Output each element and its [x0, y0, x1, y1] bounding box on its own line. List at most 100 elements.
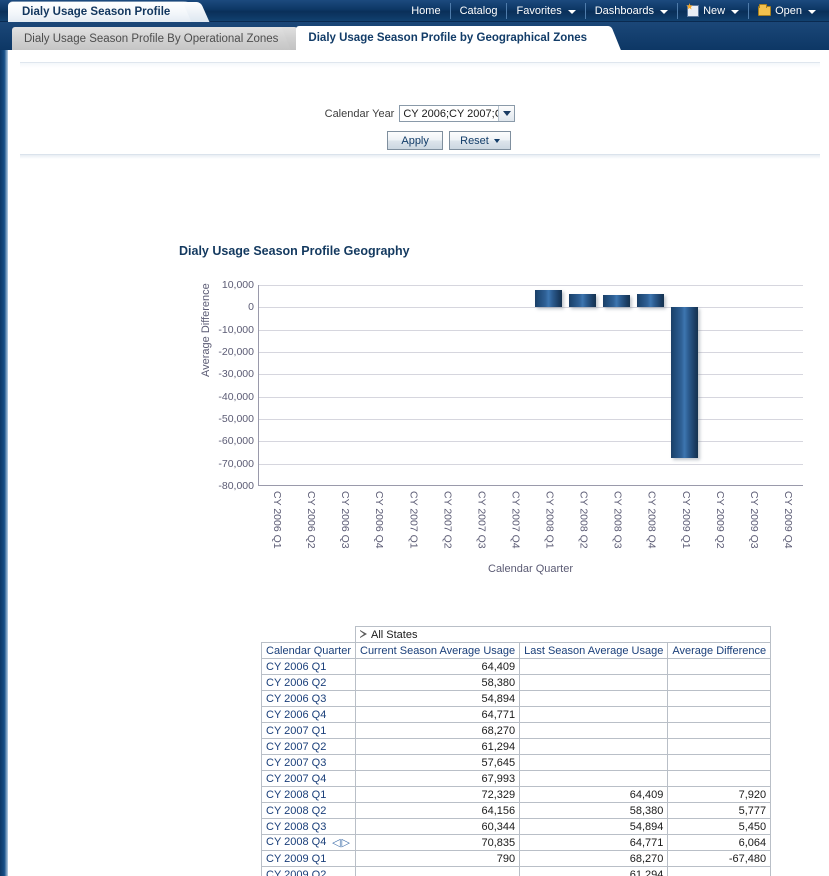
table-group-header-label: All States [371, 628, 418, 641]
expand-triangle-icon[interactable] [360, 629, 367, 639]
folder-icon [758, 4, 772, 16]
calendar-year-select[interactable]: CY 2006;CY 2007;CY [399, 105, 516, 122]
chart-x-tick-label: CY 2006 Q3 [339, 491, 352, 549]
caret-down-icon [567, 10, 576, 14]
table-cell-last [519, 754, 669, 771]
table-cell-current: 58,380 [354, 674, 521, 691]
table-row-header[interactable]: CY 2006 Q3 [261, 690, 356, 707]
table-row-header-label: CY 2006 Q3 [266, 692, 327, 705]
table-row-header-label: CY 2009 Q2 [266, 868, 327, 876]
table-row-header-label: CY 2008 Q4 [266, 836, 327, 848]
table-row: CY 2006 Q4 64,771 [261, 706, 772, 723]
table-row: CY 2006 Q3 54,894 [261, 690, 772, 707]
table-row-header[interactable]: CY 2006 Q4 [261, 706, 356, 723]
chart-bar[interactable] [535, 289, 563, 308]
reset-button-label: Reset [460, 134, 489, 147]
table-cell-current: 68,270 [354, 722, 521, 739]
nav-item-catalog[interactable]: Catalog [451, 0, 507, 22]
table-row-header-label: CY 2006 Q4 [266, 708, 327, 721]
table-cell-last [519, 738, 669, 755]
chart-plot-area: 10,000 0 -10,000 -20,000 -30,000 -40,000 -50,0… [218, 279, 803, 549]
chart-y-tick-label: -60,000 [218, 435, 254, 448]
table-row-header[interactable]: CY 2007 Q1 [261, 722, 356, 739]
table-row-header[interactable]: CY 2006 Q2 [261, 674, 356, 691]
nav-item-open[interactable]: Open [749, 0, 825, 22]
table-cell-diff: -67,480 [667, 850, 772, 867]
table-row-header-label: CY 2008 Q1 [266, 788, 327, 801]
chart-bar[interactable] [569, 294, 597, 308]
table-row: CY 2007 Q2 61,294 [261, 738, 772, 755]
application-window: Dialy Usage Season Profile Home Catalog Fa… [0, 0, 829, 876]
nav-item-dashboards[interactable]: Dashboards [586, 0, 677, 22]
chart-x-tick-label: CY 2007 Q2 [441, 491, 454, 549]
chart-x-tick-label: CY 2009 Q3 [747, 491, 760, 549]
apply-button[interactable]: Apply [387, 131, 444, 150]
table-cell-current: 57,645 [354, 754, 521, 771]
chart-region: Dialy Usage Season Profile Geography Ave… [8, 182, 829, 602]
table-cell-last: 68,270 [519, 850, 669, 867]
table-row-header[interactable]: CY 2007 Q2 [261, 738, 356, 755]
table-cell-current: 72,329 [354, 786, 521, 803]
table-cell-current: 64,156 [354, 802, 521, 819]
nav-item-home[interactable]: Home [402, 0, 449, 22]
table-column-header-row: Calendar Quarter Current Season Average U… [261, 642, 772, 659]
table-cell-current: 64,771 [354, 706, 521, 723]
chart-x-tick-label: CY 2009 Q1 [679, 491, 692, 549]
table-row-header-label: CY 2006 Q2 [266, 676, 327, 689]
table-column-header-1[interactable]: Current Season Average Usage [354, 642, 521, 659]
table-row-header-label: CY 2009 Q1 [266, 852, 327, 865]
table-group-header-all-states[interactable]: All States [354, 626, 772, 643]
apply-button-label: Apply [401, 134, 429, 147]
page-tab-0[interactable]: Dialy Usage Season Profile By Operationa… [12, 27, 295, 50]
table-cell-current [354, 866, 521, 876]
chart-gridline [259, 441, 803, 443]
table-row-header[interactable]: CY 2009 Q2 [261, 866, 356, 876]
chart-x-tick-label: CY 2007 Q3 [475, 491, 488, 549]
chart-gridline [259, 285, 803, 286]
table-cell-current: 54,894 [354, 690, 521, 707]
table-row-header-label: CY 2008 Q2 [266, 804, 327, 817]
nav-left-icon[interactable]: ◁ [332, 837, 341, 849]
table-row-header[interactable]: CY 2006 Q1 [261, 658, 356, 675]
table-column-header-2[interactable]: Last Season Average Usage [519, 642, 669, 659]
table-row-header[interactable]: CY 2009 Q1 [261, 850, 356, 867]
section-divider [20, 154, 820, 159]
nav-item-new[interactable]: New [678, 0, 748, 22]
table-cell-last [519, 674, 669, 691]
chart-gridline [259, 374, 803, 376]
top-brand-bar: Dialy Usage Season Profile Home Catalog Fa… [0, 0, 829, 22]
table-row: CY 2008 Q3 60,344 54,894 5,450 [261, 818, 772, 835]
reset-button[interactable]: Reset [449, 131, 511, 150]
dashboard-name-tab[interactable]: Dialy Usage Season Profile [8, 2, 197, 22]
table-column-header-3[interactable]: Average Difference [667, 642, 772, 659]
chart-bar[interactable] [671, 307, 699, 459]
chart-x-tick-label: CY 2009 Q4 [781, 491, 794, 549]
chevron-down-icon[interactable] [498, 106, 515, 121]
table-cell-diff [667, 770, 772, 787]
table-cell-last: 64,771 [519, 834, 669, 851]
table-row-header[interactable]: CY 2008 Q1 [261, 786, 356, 803]
table-column-header-0[interactable]: Calendar Quarter [261, 642, 356, 659]
row-page-nav[interactable]: ◁▷ [332, 836, 351, 849]
table-row-header[interactable]: CY 2008 Q4 ◁▷ [261, 834, 356, 851]
page-content: Calendar Year CY 2006;CY 2007;CY Apply R… [0, 50, 829, 876]
chart-bar[interactable] [603, 295, 631, 308]
table-corner-cell [262, 627, 356, 643]
chart-y-tick-label: 10,000 [221, 279, 254, 291]
chart-y-tick-label: -50,000 [218, 413, 254, 425]
chart-y-tick-label: 0 [248, 301, 254, 314]
table-row-header[interactable]: CY 2008 Q2 [261, 802, 356, 819]
nav-item-favorites[interactable]: Favorites [507, 0, 584, 22]
table-cell-current: 67,993 [354, 770, 521, 787]
page-tab-1[interactable]: Dialy Usage Season Profile by Geographic… [296, 26, 608, 50]
table-row-header[interactable]: CY 2007 Q3 [261, 754, 356, 771]
dashboard-name-label: Dialy Usage Season Profile [22, 6, 171, 18]
table-row: CY 2006 Q1 64,409 [261, 658, 772, 675]
chart-x-tick-label: CY 2007 Q1 [407, 491, 420, 549]
caret-down-icon [493, 138, 500, 143]
table-cell-current: 60,344 [354, 818, 521, 835]
table-row-header[interactable]: CY 2008 Q3 [261, 818, 356, 835]
nav-right-icon[interactable]: ▷ [342, 837, 351, 849]
table-row-header[interactable]: CY 2007 Q4 [261, 770, 356, 787]
chart-bar[interactable] [637, 293, 665, 308]
